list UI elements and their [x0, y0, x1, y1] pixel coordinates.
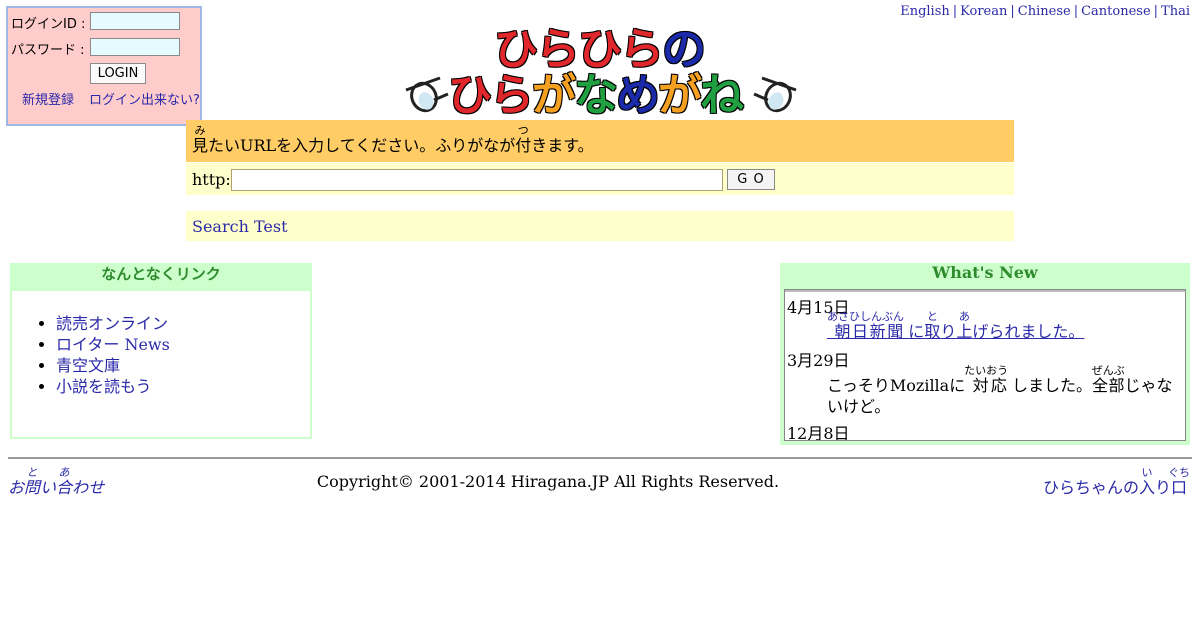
news-entry-text: こっそりMozillaに 対応たいおう しました。全部ぜんぶじゃないけど。	[827, 364, 1173, 416]
list-item: 読売オンライン	[56, 313, 170, 334]
language-english-link[interactable]: English	[900, 4, 950, 19]
language-korean-link[interactable]: Korean	[960, 4, 1007, 19]
instruction-bar: 見みたいURLを入力してください。ふりがなが付つきます。	[186, 120, 1014, 162]
news-date: 12月8日	[787, 424, 850, 441]
link-reuters[interactable]: ロイター News	[56, 335, 170, 354]
logo-line-2-text: ひらがなめがね	[448, 70, 744, 121]
language-links: English | Korean | Chinese | Cantonese | Thai	[900, 4, 1190, 19]
forgot-login-link[interactable]: ログイン出来ない?	[89, 89, 200, 108]
list-item: ロイター News	[56, 334, 170, 355]
search-test-link[interactable]: Search Test	[192, 217, 288, 236]
hirachan-entrance-link[interactable]: ひらちゃんの入いり口ぐち	[1043, 466, 1190, 498]
link-aozora[interactable]: 青空文庫	[56, 356, 120, 375]
instruction-text: 見みたいURLを入力してください。ふりがなが付つきます。	[192, 124, 594, 155]
copyright-text: Copyright© 2001-2014 Hiragana.JP All Rig…	[316, 472, 780, 491]
list-item: 青空文庫	[56, 355, 170, 376]
whats-new-box: What's New 4月15日 朝日新聞あさひしんぶん に取とり上あげられまし…	[780, 263, 1190, 445]
login-button[interactable]: LOGIN	[90, 63, 146, 84]
links-list: 読売オンライン ロイター News 青空文庫 小説を読もう	[56, 313, 170, 397]
links-box: なんとなくリンク 読売オンライン ロイター News 青空文庫 小説を読もう	[10, 263, 312, 439]
url-row: http:// G O	[186, 163, 1014, 195]
logo-line-2: ひらがなめがね	[448, 74, 744, 118]
links-box-body: 読売オンライン ロイター News 青空文庫 小説を読もう	[10, 289, 312, 439]
link-shosetsu[interactable]: 小説を読もう	[56, 377, 152, 396]
search-row: Search Test	[186, 211, 1014, 241]
logo-line-1-text: ひらひらの	[494, 24, 706, 75]
whats-new-frame[interactable]: 4月15日 朝日新聞あさひしんぶん に取とり上あげられました。 3月29日 こっ…	[784, 289, 1186, 441]
whats-new-list: 4月15日 朝日新聞あさひしんぶん に取とり上あげられました。 3月29日 こっ…	[785, 290, 1185, 440]
login-id-input[interactable]	[90, 12, 180, 30]
password-input[interactable]	[90, 38, 180, 56]
news-entry-link[interactable]: 朝日新聞あさひしんぶん に取とり上あげられました。	[827, 310, 1183, 342]
footer-divider	[8, 457, 1192, 459]
password-label: パスワード :	[11, 43, 85, 58]
links-box-title: なんとなくリンク	[10, 263, 312, 289]
register-link[interactable]: 新規登録	[22, 89, 74, 108]
link-yomiuri[interactable]: 読売オンライン	[56, 314, 168, 333]
language-thai-link[interactable]: Thai	[1161, 4, 1190, 19]
go-button[interactable]: G O	[727, 169, 775, 190]
login-box: ログインID : パスワード : LOGIN 新規登録 ログイン出来ない?	[6, 6, 202, 126]
list-item: 小説を読もう	[56, 376, 170, 397]
whats-new-title: What's New	[932, 263, 1038, 282]
language-chinese-link[interactable]: Chinese	[1018, 4, 1071, 19]
site-logo[interactable]: ひらひらの ひらがなめがね	[402, 28, 800, 122]
language-cantonese-link[interactable]: Cantonese	[1081, 4, 1151, 19]
logo-line-1: ひらひらの	[494, 28, 706, 72]
url-input[interactable]	[231, 169, 723, 191]
login-id-label: ログインID :	[11, 17, 86, 32]
